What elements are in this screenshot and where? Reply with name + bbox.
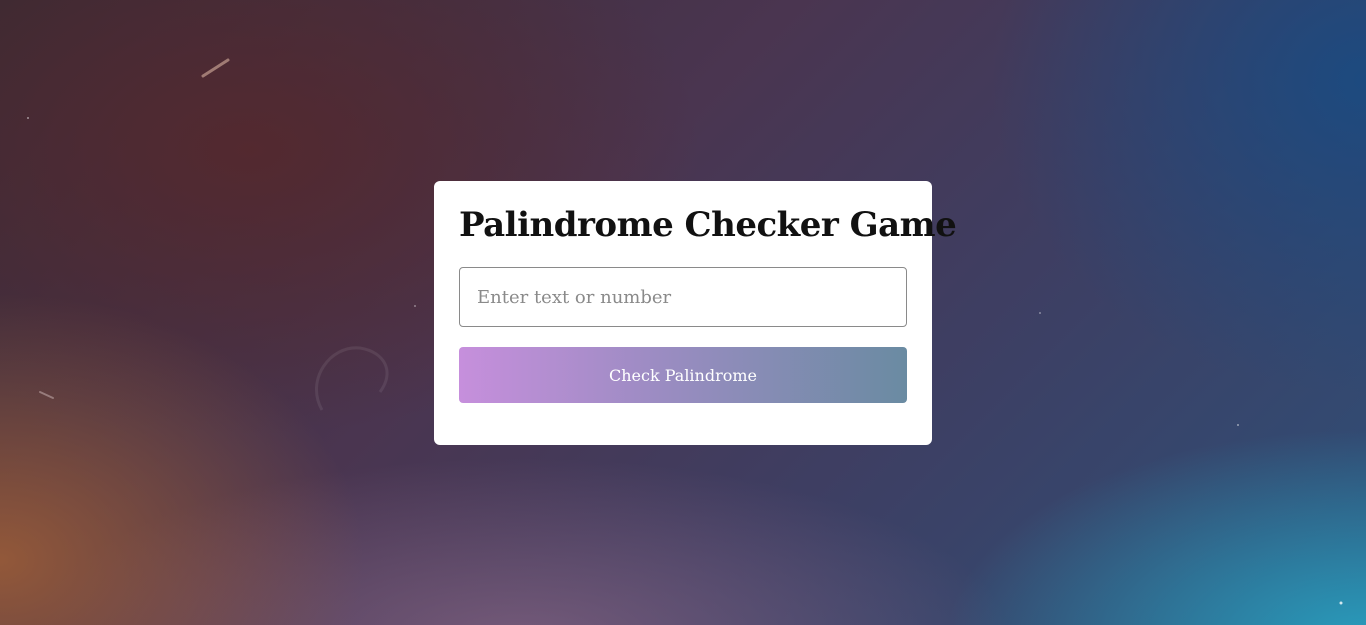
palindrome-text-input[interactable] <box>459 267 907 327</box>
check-palindrome-button[interactable]: Check Palindrome <box>459 347 907 403</box>
page-title: Palindrome Checker Game <box>459 205 957 245</box>
palindrome-card: Palindrome Checker Game Check Palindrome <box>434 181 957 445</box>
